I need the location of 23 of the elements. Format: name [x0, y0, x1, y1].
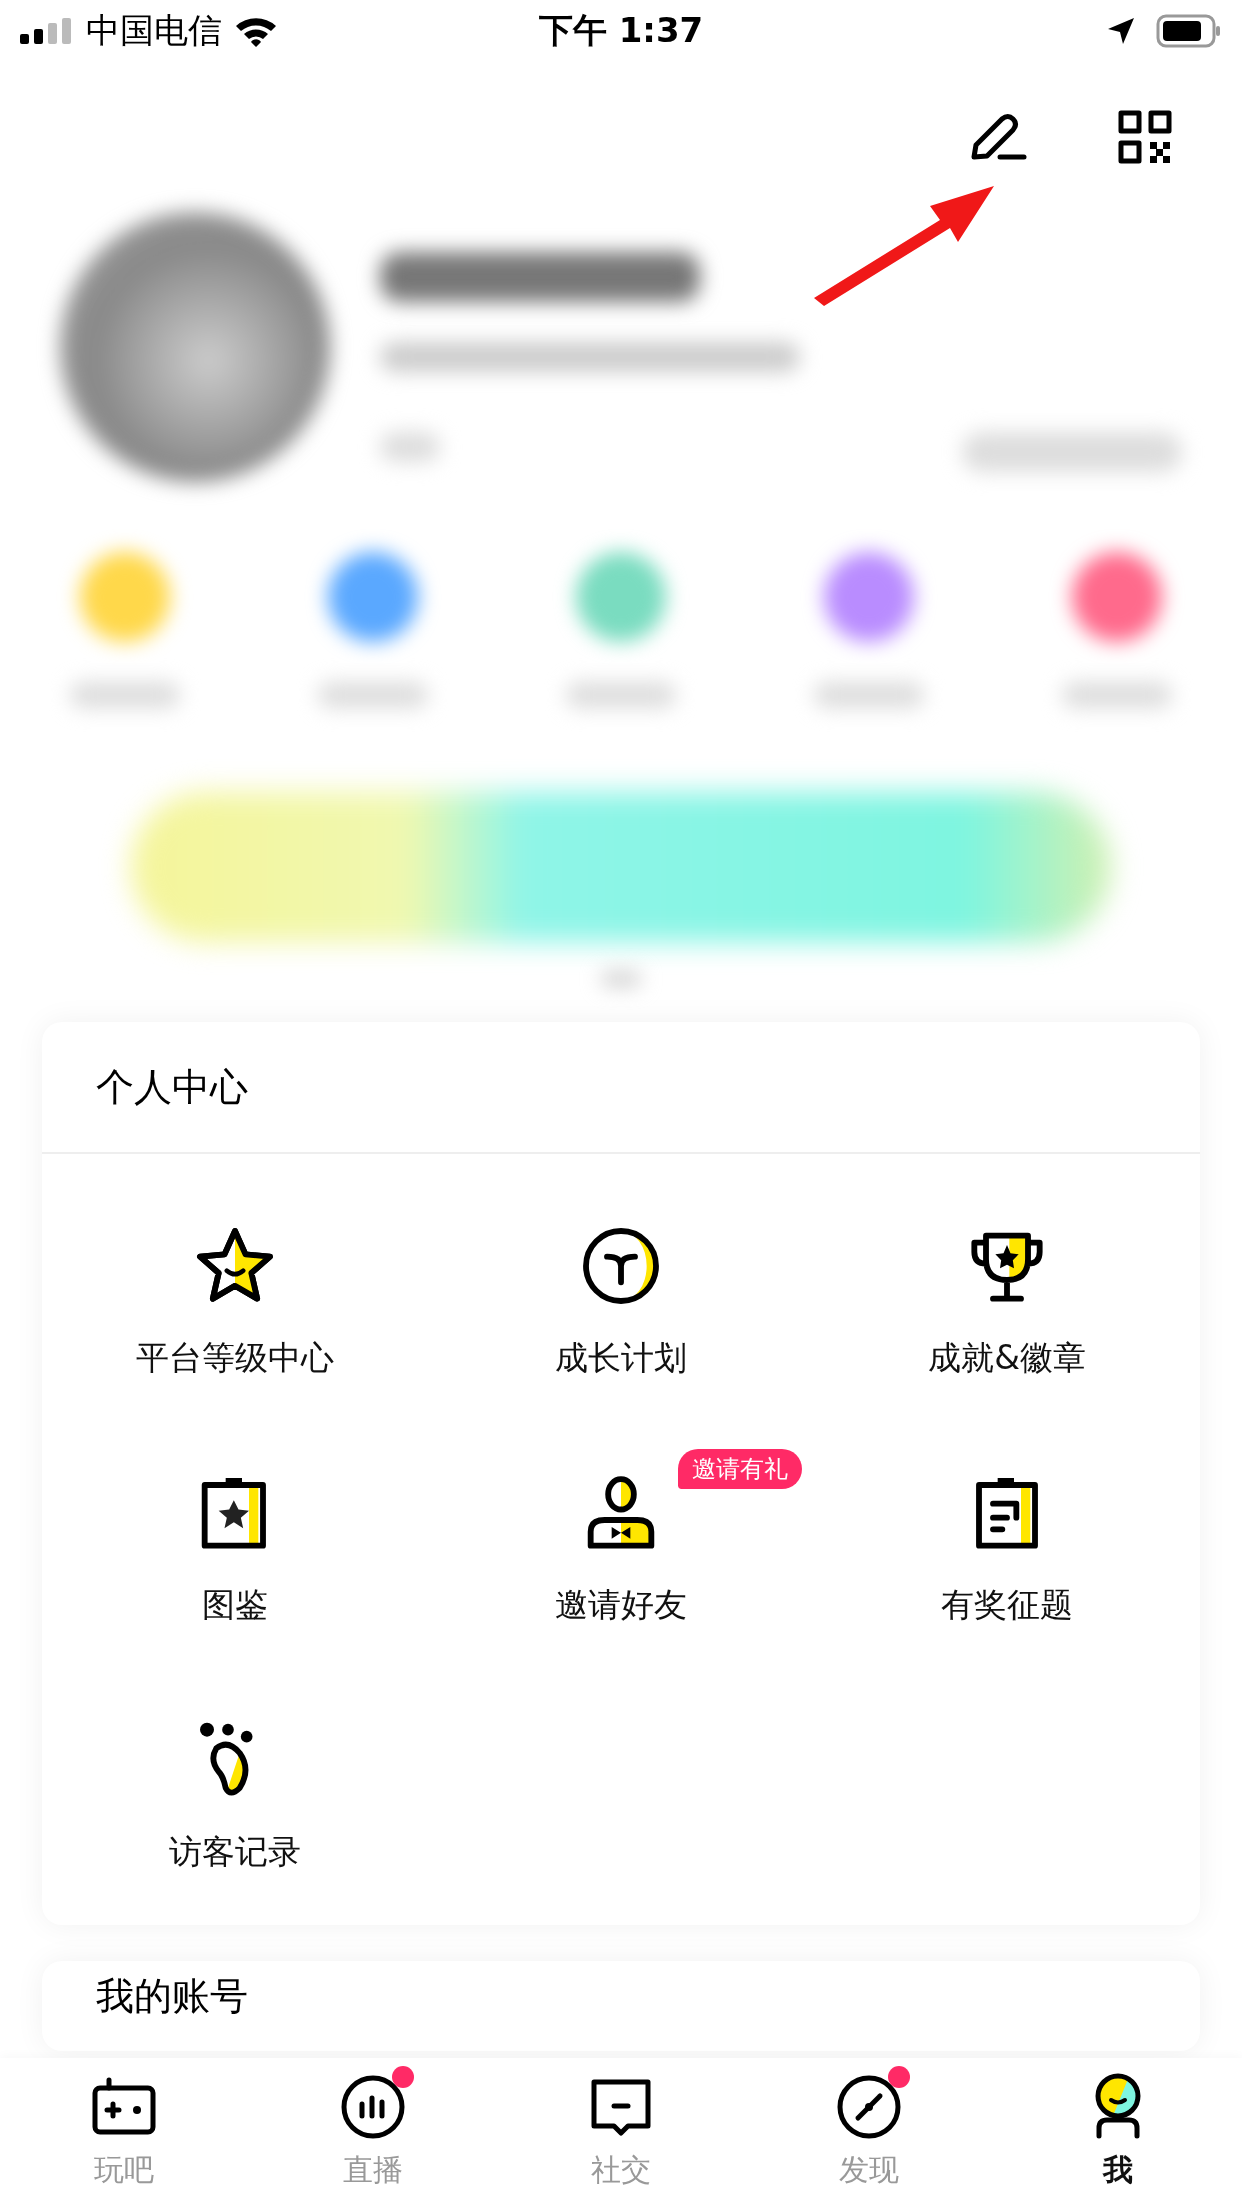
- blurred-shortcut-icon: [80, 552, 170, 642]
- blurred-shortcut-icon: [1072, 552, 1162, 642]
- wifi-icon: [234, 15, 278, 47]
- menu-item-label[interactable]: 邀请好友: [555, 1583, 687, 1628]
- card-title: 个人中心: [96, 1063, 248, 1111]
- promo-badge: 邀请有礼: [678, 1449, 802, 1489]
- signal-icon: [20, 18, 74, 44]
- status-time: 下午 1:37: [538, 9, 704, 52]
- blurred-shortcut-icon: [576, 552, 666, 642]
- menu-item-label[interactable]: 访客记录: [169, 1830, 301, 1875]
- menu-item-label[interactable]: 有奖征题: [941, 1583, 1073, 1628]
- location-icon: [1106, 16, 1136, 46]
- menu-item-label[interactable]: 图鉴: [202, 1583, 268, 1628]
- menu-item-label[interactable]: 成长计划: [555, 1336, 687, 1381]
- menu-item-label[interactable]: 平台等级中心: [136, 1336, 334, 1381]
- tab[interactable]: 我: [993, 2058, 1242, 2208]
- menu-item-label[interactable]: 成就&徽章: [928, 1336, 1086, 1381]
- carrier-name: 中国电信: [86, 9, 222, 52]
- card-title: 我的账号: [96, 1973, 248, 2020]
- battery-icon: [1156, 14, 1222, 48]
- qr-code-icon[interactable]: [1118, 110, 1172, 164]
- blurred-shortcut-icon: [824, 552, 914, 642]
- blurred-shortcut-icon: [328, 552, 418, 642]
